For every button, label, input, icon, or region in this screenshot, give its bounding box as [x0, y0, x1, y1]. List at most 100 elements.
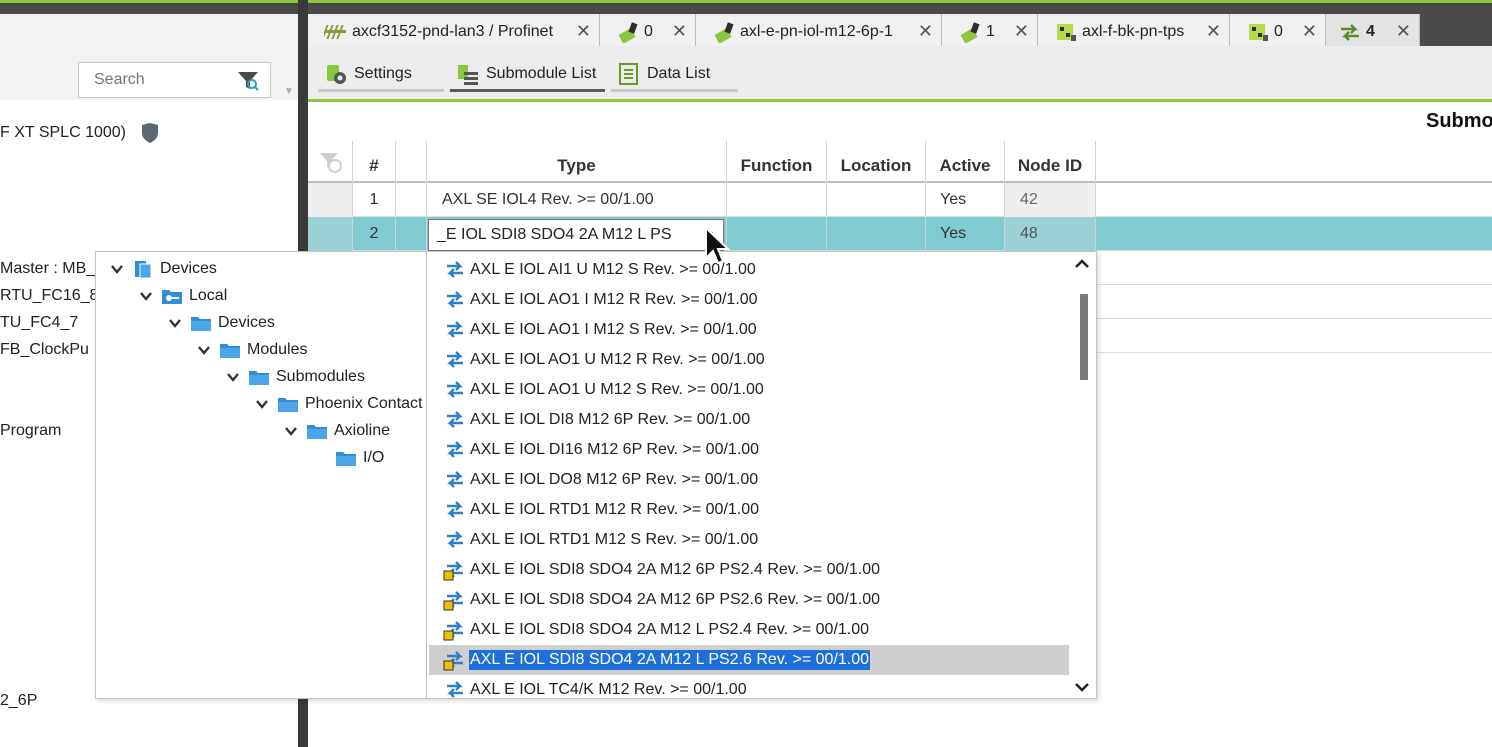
close-icon[interactable]: ✕: [1014, 21, 1029, 42]
tree-item-controller[interactable]: F XT SPLC 1000): [0, 124, 126, 142]
close-icon[interactable]: ✕: [1302, 21, 1317, 42]
list-item-label: AXL E IOL AO1 I M12 R Rev. >= 00/1.00: [470, 291, 758, 308]
column-header-location[interactable]: Location: [826, 141, 925, 183]
filter-clear-icon[interactable]: [318, 149, 344, 175]
column-header-node-id[interactable]: Node ID: [1004, 141, 1096, 183]
tree-item-fb-clock[interactable]: FB_ClockPu: [0, 341, 89, 359]
tree-node[interactable]: Devices: [110, 257, 217, 281]
tree-node[interactable]: I/O: [313, 446, 384, 470]
chevron-down-icon[interactable]: [168, 316, 182, 330]
search-box[interactable]: [78, 62, 271, 98]
row-selector[interactable]: [308, 183, 352, 217]
chevron-down-icon[interactable]: ▼: [284, 86, 294, 97]
close-icon[interactable]: ✕: [918, 21, 933, 42]
close-icon[interactable]: ✕: [672, 21, 687, 42]
close-icon[interactable]: ✕: [1396, 21, 1411, 42]
row-function[interactable]: [726, 217, 826, 251]
row-location[interactable]: [826, 183, 925, 217]
list-item[interactable]: AXL E IOL AO1 I M12 S Rev. >= 00/1.00: [429, 315, 1069, 345]
list-item[interactable]: AXL E IOL RTD1 M12 S Rev. >= 00/1.00: [429, 525, 1069, 555]
folder-icon: [336, 452, 356, 466]
row-active[interactable]: Yes: [925, 217, 1004, 251]
row-selector[interactable]: [308, 217, 352, 251]
type-combo-text[interactable]: _E IOL SDI8 SDO4 2A M12 L PS: [437, 226, 671, 244]
tree-item-rtu-fc4[interactable]: TU_FC4_7: [0, 314, 78, 332]
row-icon-cell: [395, 217, 426, 251]
tree-node[interactable]: Modules: [197, 338, 307, 362]
list-item-label: AXL E IOL DI16 M12 6P Rev. >= 00/1.00: [470, 441, 760, 458]
list-item[interactable]: AXL E IOL SDI8 SDO4 2A M12 L PS2.4 Rev. …: [429, 615, 1069, 645]
chevron-down-icon[interactable]: [255, 397, 269, 411]
tree-node[interactable]: Phoenix Contact: [255, 392, 422, 416]
settings-tab[interactable]: Settings: [318, 58, 444, 92]
tab-axl-f-bk[interactable]: axl-f-bk-pn-tps ✕: [1038, 14, 1230, 49]
row-location[interactable]: [826, 217, 925, 251]
tree-item-rtu-fc16[interactable]: RTU_FC16_8: [0, 287, 98, 305]
tree-item-6p[interactable]: 2_6P: [0, 692, 37, 710]
mouse-pointer-icon: [705, 226, 731, 265]
chevron-down-icon[interactable]: [139, 289, 153, 303]
table-row[interactable]: 1 AXL SE IOL4 Rev. >= 00/1.00 Yes 42: [308, 183, 1492, 217]
type-combo-input[interactable]: _E IOL SDI8 SDO4 2A M12 L PS ▾: [428, 219, 724, 251]
devices-icon: [135, 261, 152, 279]
tree-item-program[interactable]: Program: [0, 422, 61, 440]
column-header-type[interactable]: Type: [426, 141, 726, 183]
column-header-active[interactable]: Active: [925, 141, 1004, 183]
tab-coupler-0[interactable]: 0 ✕: [1230, 14, 1326, 49]
scroll-down-icon[interactable]: [1072, 678, 1092, 696]
list-item[interactable]: AXL E IOL TC4/K M12 Rev. >= 00/1.00: [429, 675, 1069, 698]
tree-item-master[interactable]: Master : MB_A: [0, 260, 106, 278]
tab-label: 0: [644, 22, 653, 40]
row-node-id: 42: [1004, 183, 1096, 217]
tree-node[interactable]: Local: [139, 284, 227, 308]
row-active[interactable]: Yes: [925, 183, 1004, 217]
row-type[interactable]: AXL SE IOL4 Rev. >= 00/1.00: [426, 183, 726, 217]
tree-node[interactable]: Submodules: [226, 365, 365, 389]
list-item[interactable]: AXL E IOL DI8 M12 6P Rev. >= 00/1.00: [429, 405, 1069, 435]
column-header-icon[interactable]: [395, 141, 426, 183]
submodule-arrows-icon: [447, 471, 463, 488]
chevron-down-icon[interactable]: [110, 262, 124, 276]
list-item[interactable]: AXL E IOL AO1 I M12 R Rev. >= 00/1.00: [429, 285, 1069, 315]
list-item[interactable]: AXL E IOL RTD1 M12 R Rev. >= 00/1.00: [429, 495, 1069, 525]
filter-icon[interactable]: [236, 70, 260, 92]
tab-module-1[interactable]: 1 ✕: [942, 14, 1038, 49]
scroll-up-icon[interactable]: [1072, 255, 1092, 273]
list-item[interactable]: AXL E IOL SDI8 SDO4 2A M12 6P PS2.6 Rev.…: [429, 585, 1069, 615]
settings-gear-icon: [327, 64, 346, 84]
tab-submodule-4[interactable]: 4 ✕: [1326, 14, 1420, 49]
list-item[interactable]: AXL E IOL DI16 M12 6P Rev. >= 00/1.00: [429, 435, 1069, 465]
chevron-down-icon[interactable]: [226, 370, 240, 384]
list-item-label: AXL E IOL DO8 M12 6P Rev. >= 00/1.00: [470, 471, 759, 488]
tree-node-label: Modules: [247, 341, 308, 358]
column-header-number[interactable]: #: [352, 141, 395, 183]
tree-node[interactable]: Devices: [168, 311, 275, 335]
tab-module-0[interactable]: 0 ✕: [600, 14, 696, 49]
list-item[interactable]: AXL E IOL SDI8 SDO4 2A M12 6P PS2.4 Rev.…: [429, 555, 1069, 585]
list-item[interactable]: AXL E IOL AO1 U M12 R Rev. >= 00/1.00: [429, 345, 1069, 375]
tab-axl-e-pn[interactable]: axl-e-pn-iol-m12-6p-1 ✕: [696, 14, 942, 49]
column-header-function[interactable]: Function: [726, 141, 826, 183]
data-list-tab[interactable]: Data List: [611, 58, 738, 92]
list-item[interactable]: AXL E IOL AO1 U M12 S Rev. >= 00/1.00: [429, 375, 1069, 405]
close-icon[interactable]: ✕: [576, 21, 591, 42]
row-function[interactable]: [726, 183, 826, 217]
folder-icon: [191, 317, 211, 331]
chevron-down-icon[interactable]: [284, 424, 298, 438]
chevron-down-icon[interactable]: [197, 343, 211, 357]
list-item[interactable]: AXL E IOL AI1 U M12 S Rev. >= 00/1.00: [429, 255, 1069, 285]
submodule-arrows-icon: [447, 681, 463, 698]
tree-node[interactable]: Axioline: [284, 419, 390, 443]
close-icon[interactable]: ✕: [1206, 21, 1221, 42]
search-input[interactable]: [94, 71, 234, 89]
list-item[interactable]: AXL E IOL SDI8 SDO4 2A M12 L PS2.6 Rev. …: [429, 645, 1069, 675]
list-item-label: AXL E IOL SDI8 SDO4 2A M12 6P PS2.6 Rev.…: [470, 591, 881, 608]
tree-node-label: Devices: [218, 314, 275, 331]
tab-profinet[interactable]: axcf3152-pnd-lan3 / Profinet ✕: [308, 14, 600, 49]
scrollbar-thumb[interactable]: [1080, 294, 1088, 380]
catalog-list-popup: AXL E IOL AI1 U M12 S Rev. >= 00/1.00 AXL…: [427, 251, 1097, 699]
tree-node-label: Submodules: [276, 368, 365, 385]
submodule-list-tab[interactable]: Submodule List: [450, 58, 605, 92]
list-item-label: AXL E IOL AO1 U M12 S Rev. >= 00/1.00: [470, 381, 764, 398]
list-item[interactable]: AXL E IOL DO8 M12 6P Rev. >= 00/1.00: [429, 465, 1069, 495]
